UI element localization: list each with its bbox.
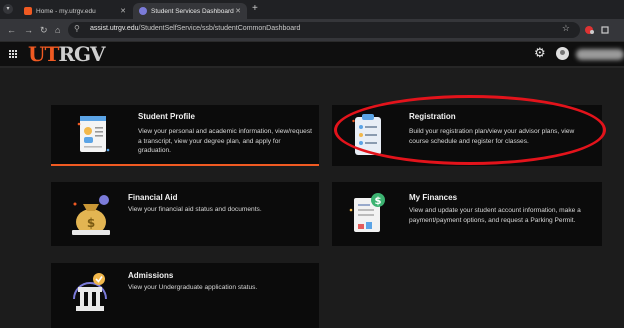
card-description: Build your registration plan/view your a… <box>409 128 575 145</box>
svg-text:$: $ <box>87 216 95 230</box>
gear-icon[interactable]: ⚙ <box>534 46 546 60</box>
money-bag-icon: $ <box>72 195 110 235</box>
card-description: View your personal and academic informat… <box>138 128 312 154</box>
card-title: Registration <box>409 112 456 121</box>
apps-grid-icon[interactable] <box>9 50 17 58</box>
utrgv-favicon-icon <box>24 7 32 15</box>
tab-label: Student Services Dashboard <box>151 7 234 15</box>
reload-icon[interactable]: ↻ <box>40 24 48 36</box>
card-title: My Finances <box>409 193 458 202</box>
browser-tab-strip: ▾ Home - my.utrgv.edu ✕ Student Services… <box>0 0 624 19</box>
finance-document-icon: $ <box>349 193 385 232</box>
card-student-profile[interactable]: Student Profile View your personal and a… <box>51 105 319 166</box>
address-bar[interactable]: ⚲ assist.utrgv.edu/StudentSelfService/ss… <box>68 22 580 38</box>
browser-tab-home[interactable]: Home - my.utrgv.edu ✕ <box>18 3 132 19</box>
close-tab-icon[interactable]: ✕ <box>120 7 126 15</box>
banner-favicon-icon <box>139 7 147 15</box>
card-registration[interactable]: Registration Build your registration pla… <box>332 105 602 166</box>
card-description: View your financial aid status and docum… <box>128 206 262 213</box>
logo-ut: UT <box>28 42 59 66</box>
svg-text:$: $ <box>375 196 382 207</box>
forward-arrow-icon[interactable]: → <box>24 24 33 36</box>
utrgv-logo[interactable]: UTRGV <box>28 42 106 66</box>
card-title: Student Profile <box>138 112 195 121</box>
extensions-puzzle-icon[interactable] <box>600 25 610 35</box>
site-info-icon[interactable]: ⚲ <box>74 24 80 33</box>
browser-tab-dashboard[interactable]: Student Services Dashboard ✕ <box>133 3 247 19</box>
bookmark-star-icon[interactable]: ☆ <box>562 23 570 34</box>
url-path: /StudentSelfService/ssb/studentCommonDas… <box>138 25 301 32</box>
admissions-building-icon <box>73 273 107 311</box>
url-host: assist.utrgv.edu <box>90 25 139 32</box>
registration-clipboard-icon <box>352 114 381 155</box>
tab-search-icon[interactable]: ▾ <box>3 4 13 14</box>
card-description: View your Undergraduate application stat… <box>128 284 258 291</box>
redacted-user-name <box>576 49 624 60</box>
new-tab-button[interactable]: + <box>252 3 258 15</box>
tab-label: Home - my.utrgv.edu <box>36 7 96 15</box>
card-title: Financial Aid <box>128 193 178 202</box>
browser-toolbar: ← → ↻ ⌂ ⚲ assist.utrgv.edu/StudentSelfSe… <box>0 19 624 42</box>
close-tab-icon[interactable]: ✕ <box>235 7 241 15</box>
extension-icon[interactable] <box>584 25 594 35</box>
card-my-finances[interactable]: $ My Finances View and update your stude… <box>332 182 602 246</box>
card-admissions[interactable]: Admissions View your Undergraduate appli… <box>51 263 319 328</box>
logo-rgv: RGV <box>58 42 105 66</box>
back-arrow-icon[interactable]: ← <box>7 24 16 36</box>
card-description: View and update your student account inf… <box>409 207 581 224</box>
user-avatar[interactable] <box>556 47 569 60</box>
card-financial-aid[interactable]: $ Financial Aid View your financial aid … <box>51 182 319 246</box>
home-icon[interactable]: ⌂ <box>55 24 60 36</box>
student-profile-icon <box>77 116 110 152</box>
app-header: UTRGV ⚙ <box>0 42 624 68</box>
url-text: assist.utrgv.edu/StudentSelfService/ssb/… <box>90 25 300 32</box>
card-title: Admissions <box>128 271 174 280</box>
